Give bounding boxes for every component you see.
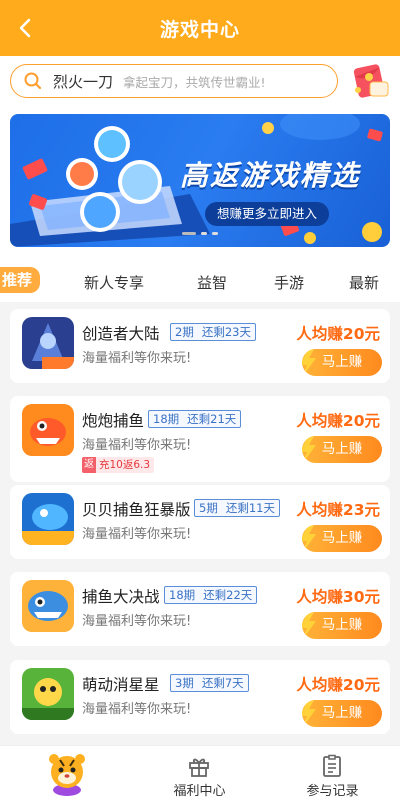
period-badge: 2期 还剩23天 — [170, 323, 256, 341]
button-label: 马上赚 — [321, 617, 363, 633]
game-name: 创造者大陆 — [82, 325, 160, 343]
banner-subtitle: 想赚更多立即进入 — [205, 202, 330, 226]
game-thumbnail — [22, 580, 74, 632]
game-card[interactable]: 贝贝捕鱼狂暴版 5期 还剩11天 海量福利等你来玩! 人均赚23元 马上赚 — [10, 485, 390, 559]
game-name: 贝贝捕鱼狂暴版 — [82, 501, 191, 519]
bolt-icon — [302, 436, 316, 463]
game-card[interactable]: 创造者大陆 2期 还剩23天 海量福利等你来玩! 人均赚20元 马上赚 — [10, 309, 390, 383]
top-bar: 游戏中心 — [0, 0, 400, 56]
nav-item-welfare-center[interactable]: 福利中心 — [133, 746, 266, 803]
game-description: 海量福利等你来玩! — [82, 614, 192, 629]
period-badge: 18期 还剩22天 — [164, 586, 258, 604]
pager-dot — [182, 232, 196, 235]
earn-now-button[interactable]: 马上赚 — [302, 349, 382, 376]
period-number: 3期 — [175, 676, 194, 690]
days-remaining: 还剩7天 — [201, 676, 244, 690]
game-card[interactable]: 萌动消星星 3期 还剩7天 海量福利等你来玩! 人均赚20元 马上赚 — [10, 660, 390, 734]
search-input[interactable]: 烈火一刀 拿起宝刀，共筑传世霸业! — [10, 64, 338, 98]
pager-dot — [201, 232, 207, 235]
period-badge: 3期 还剩7天 — [170, 674, 249, 692]
earn-now-button[interactable]: 马上赚 — [302, 612, 382, 639]
button-label: 马上赚 — [321, 354, 363, 370]
page-title: 游戏中心 — [159, 18, 240, 41]
earn-amount: 人均赚20元 — [296, 676, 380, 694]
period-number: 18期 — [153, 412, 180, 426]
tab-puzzle[interactable]: 益智 — [197, 272, 227, 293]
bolt-icon — [302, 612, 316, 639]
chevron-left-icon[interactable] — [12, 14, 40, 42]
period-badge: 18期 还剩21天 — [148, 410, 242, 428]
days-remaining: 还剩21天 — [187, 412, 237, 426]
nav-label: 福利中心 — [173, 784, 226, 799]
tab-recommend[interactable]: 推荐 — [0, 267, 41, 293]
rebate-mark: 返 — [82, 457, 96, 473]
button-label: 马上赚 — [321, 705, 363, 721]
earn-amount: 人均赚20元 — [296, 325, 380, 343]
search-hint: 拿起宝刀，共筑传世霸业! — [123, 74, 266, 90]
bolt-icon — [302, 700, 316, 727]
rebate-badge: 返充10返6.3 — [82, 457, 155, 473]
game-thumbnail — [22, 668, 74, 720]
game-card[interactable]: 炮炮捕鱼 18期 还剩21天 海量福利等你来玩! 返充10返6.3 人均赚20元 … — [10, 396, 390, 482]
game-thumbnail — [22, 404, 74, 456]
days-remaining: 还剩11天 — [225, 501, 275, 515]
game-card[interactable]: 捕鱼大决战 18期 还剩22天 海量福利等你来玩! 人均赚30元 马上赚 — [10, 572, 390, 646]
days-remaining: 还剩22天 — [203, 588, 253, 602]
tab-latest[interactable]: 最新 — [349, 272, 379, 293]
tab-newcomer[interactable]: 新人专享 — [84, 272, 144, 293]
nav-item-records[interactable]: 参与记录 — [266, 746, 399, 803]
banner-title: 高返游戏精选 — [180, 159, 361, 192]
game-description: 海量福利等你来玩! — [82, 527, 192, 542]
game-description: 海量福利等你来玩! — [82, 351, 192, 366]
game-description: 海量福利等你来玩! — [82, 702, 192, 717]
period-number: 2期 — [175, 325, 194, 339]
banner-pager — [0, 232, 400, 238]
bottom-nav: 福利中心 参与记录 — [0, 745, 400, 803]
game-name: 炮炮捕鱼 — [82, 412, 145, 430]
earn-now-button[interactable]: 马上赚 — [302, 525, 382, 552]
period-number: 18期 — [169, 588, 196, 602]
category-tabs: 推荐 新人专享 益智 手游 最新 — [0, 262, 400, 302]
rebate-text: 充10返6.3 — [99, 459, 151, 471]
game-name: 捕鱼大决战 — [82, 588, 160, 606]
earn-now-button[interactable]: 马上赚 — [302, 436, 382, 463]
period-number: 5期 — [199, 501, 218, 515]
gift-icon — [189, 758, 209, 777]
search-icon — [24, 72, 42, 90]
bolt-icon — [302, 525, 316, 552]
game-description: 海量福利等你来玩! — [82, 438, 192, 453]
nav-item-home[interactable] — [0, 746, 133, 803]
clipboard-icon — [323, 754, 341, 777]
button-label: 马上赚 — [321, 441, 363, 457]
game-name: 萌动消星星 — [82, 676, 160, 694]
period-badge: 5期 还剩11天 — [194, 499, 280, 517]
game-thumbnail — [22, 317, 74, 369]
earn-now-button[interactable]: 马上赚 — [302, 700, 382, 727]
earn-amount: 人均赚30元 — [296, 588, 380, 606]
earn-amount: 人均赚20元 — [296, 412, 380, 430]
bolt-icon — [302, 349, 316, 376]
button-label: 马上赚 — [321, 530, 363, 546]
search-keyword: 烈火一刀 — [53, 72, 114, 91]
earn-amount: 人均赚23元 — [296, 501, 380, 519]
days-remaining: 还剩23天 — [201, 325, 251, 339]
nav-label: 参与记录 — [306, 784, 359, 799]
red-packet-icon[interactable] — [350, 60, 392, 102]
tiger-mascot-icon — [49, 754, 85, 796]
promo-banner[interactable]: 高返游戏精选 想赚更多立即进入 — [10, 114, 390, 247]
pager-dot — [212, 232, 218, 235]
tab-mobile-game[interactable]: 手游 — [274, 272, 304, 293]
game-thumbnail — [22, 493, 74, 545]
